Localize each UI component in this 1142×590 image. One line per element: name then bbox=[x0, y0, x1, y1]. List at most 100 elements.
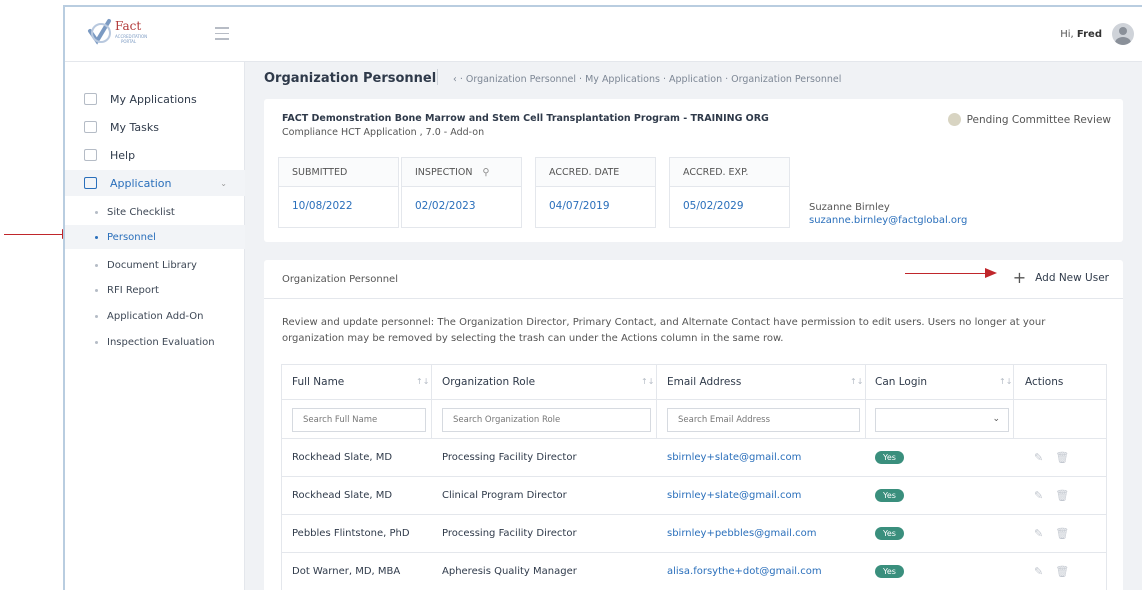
program-name: FACT Demonstration Bone Marrow and Stem … bbox=[282, 113, 769, 124]
table-header-row: Full Name ↑↓ Organization Role ↑↓ Email … bbox=[282, 365, 1106, 400]
column-header-actions: Actions bbox=[1025, 376, 1064, 388]
app-window: Fact ACCREDITATION PORTAL Hi, Fred My Ap… bbox=[63, 5, 1142, 590]
accred-exp-box: ACCRED. EXP. 05/02/2029 bbox=[669, 157, 790, 228]
sidebar-subitem-inspection-evaluation[interactable]: Inspection Evaluation bbox=[65, 330, 245, 354]
personnel-card-title: Organization Personnel bbox=[282, 274, 398, 285]
cell-organization-role: Clinical Program Director bbox=[442, 490, 567, 501]
column-header-email-address[interactable]: Email Address bbox=[667, 365, 741, 399]
sidebar-subitem-label: Document Library bbox=[107, 259, 197, 271]
svg-text:PORTAL: PORTAL bbox=[121, 39, 137, 44]
sidebar-subitem-label: Inspection Evaluation bbox=[107, 336, 215, 348]
bullet-icon bbox=[95, 314, 98, 318]
cell-organization-role: Apheresis Quality Manager bbox=[442, 566, 577, 577]
edit-icon[interactable]: ✎ bbox=[1034, 451, 1043, 464]
trash-icon[interactable]: 🗑 bbox=[1055, 451, 1069, 464]
plus-icon: + bbox=[1012, 268, 1027, 287]
search-email-address-input[interactable]: Search Email Address bbox=[667, 408, 860, 432]
sidebar-subitem-site-checklist[interactable]: Site Checklist bbox=[65, 200, 245, 224]
row-actions: ✎ 🗑 bbox=[1034, 527, 1069, 540]
annotation-arrowhead-add-user bbox=[985, 268, 997, 278]
menu-toggle-icon[interactable] bbox=[215, 27, 229, 44]
cell-email[interactable]: sbirnley+slate@gmail.com bbox=[667, 477, 801, 514]
sort-icon[interactable]: ↑↓ bbox=[850, 377, 863, 386]
avatar[interactable] bbox=[1112, 23, 1134, 45]
chevron-down-icon: ⌄ bbox=[992, 414, 1000, 424]
table-row: Rockhead Slate, MD Clinical Program Dire… bbox=[282, 477, 1106, 515]
submitted-date-box: SUBMITTED 10/08/2022 bbox=[278, 157, 399, 228]
calendar-icon bbox=[84, 121, 97, 133]
title-divider bbox=[437, 69, 438, 85]
top-bar: Fact ACCREDITATION PORTAL Hi, Fred bbox=[65, 7, 1142, 62]
trash-icon[interactable]: 🗑 bbox=[1055, 489, 1069, 502]
sidebar-subitem-label: Application Add-On bbox=[107, 310, 204, 322]
sidebar-subitem-label: Site Checklist bbox=[107, 206, 175, 218]
search-icon[interactable]: ⚲ bbox=[483, 167, 490, 178]
cell-full-name: Rockhead Slate, MD bbox=[292, 490, 393, 501]
chevron-down-icon: ⌄ bbox=[220, 178, 227, 188]
edit-icon[interactable]: ✎ bbox=[1034, 565, 1043, 578]
date-value: 04/07/2019 bbox=[549, 200, 610, 212]
sort-icon[interactable]: ↑↓ bbox=[641, 377, 654, 386]
annotation-arrow-add-user bbox=[905, 273, 987, 274]
can-login-badge: Yes bbox=[875, 565, 904, 578]
cell-full-name: Dot Warner, MD, MBA bbox=[292, 566, 401, 577]
sidebar-subitem-document-library[interactable]: Document Library bbox=[65, 253, 245, 277]
search-organization-role-input[interactable]: Search Organization Role bbox=[442, 408, 651, 432]
edit-icon[interactable]: ✎ bbox=[1034, 527, 1043, 540]
folder-icon bbox=[84, 93, 97, 105]
bullet-icon bbox=[95, 288, 98, 292]
date-label: ACCRED. EXP. bbox=[683, 166, 749, 178]
bullet-icon bbox=[95, 210, 98, 214]
status-badge: Pending Committee Review bbox=[947, 113, 1111, 126]
cell-email[interactable]: alisa.forsythe+dot@gmail.com bbox=[667, 553, 822, 590]
sidebar-item-my-applications[interactable]: My Applications bbox=[65, 86, 245, 112]
personnel-table: Full Name ↑↓ Organization Role ↑↓ Email … bbox=[281, 364, 1107, 590]
column-header-can-login[interactable]: Can Login bbox=[875, 365, 927, 399]
logo-text: Fact bbox=[115, 19, 141, 33]
column-header-full-name[interactable]: Full Name bbox=[292, 365, 344, 399]
trash-icon[interactable]: 🗑 bbox=[1055, 527, 1069, 540]
contact-email[interactable]: suzanne.birnley@factglobal.org bbox=[809, 214, 967, 227]
cell-email[interactable]: sbirnley+pebbles@gmail.com bbox=[667, 515, 816, 552]
breadcrumb[interactable]: ‹ · Organization Personnel · My Applicat… bbox=[453, 74, 841, 85]
add-user-label: Add New User bbox=[1035, 272, 1109, 284]
personnel-description: Review and update personnel: The Organiz… bbox=[282, 317, 1046, 344]
search-full-name-input[interactable]: Search Full Name bbox=[292, 408, 426, 432]
can-login-select[interactable]: ⌄ bbox=[875, 408, 1009, 432]
date-label: INSPECTION bbox=[415, 166, 473, 178]
sidebar-item-application[interactable]: Application ⌄ bbox=[65, 170, 245, 196]
edit-icon[interactable]: ✎ bbox=[1034, 489, 1043, 502]
cell-organization-role: Processing Facility Director bbox=[442, 528, 577, 539]
personnel-card: Organization Personnel + Add New User Re… bbox=[264, 260, 1123, 590]
cell-full-name: Pebbles Flintstone, PhD bbox=[292, 528, 410, 539]
table-row: Pebbles Flintstone, PhD Processing Facil… bbox=[282, 515, 1106, 553]
cell-email[interactable]: sbirnley+slate@gmail.com bbox=[667, 439, 801, 476]
sidebar-subitem-rfi-report[interactable]: RFI Report bbox=[65, 278, 245, 302]
sidebar-item-help[interactable]: Help bbox=[65, 142, 245, 168]
cell-organization-role: Processing Facility Director bbox=[442, 452, 577, 463]
date-value: 05/02/2029 bbox=[683, 200, 744, 212]
greeting-text: Hi, bbox=[1060, 29, 1074, 40]
user-name: Fred bbox=[1076, 29, 1102, 40]
trash-icon[interactable]: 🗑 bbox=[1055, 565, 1069, 578]
inspection-date-box: INSPECTION ⚲ 02/02/2023 bbox=[401, 157, 522, 228]
bullet-icon bbox=[95, 235, 98, 239]
status-text: Pending Committee Review bbox=[966, 113, 1111, 126]
column-header-organization-role[interactable]: Organization Role bbox=[442, 365, 535, 399]
fact-logo: Fact ACCREDITATION PORTAL bbox=[87, 17, 167, 47]
sort-icon[interactable]: ↑↓ bbox=[416, 377, 429, 386]
contact-info: Suzanne Birnley suzanne.birnley@factglob… bbox=[809, 201, 967, 227]
cell-full-name: Rockhead Slate, MD bbox=[292, 452, 393, 463]
date-label: ACCRED. DATE bbox=[549, 166, 620, 178]
bullet-icon bbox=[95, 340, 98, 344]
sort-icon[interactable]: ↑↓ bbox=[999, 377, 1012, 386]
status-circle-icon bbox=[947, 113, 961, 126]
add-new-user-button[interactable]: + Add New User bbox=[1013, 270, 1109, 286]
table-row: Dot Warner, MD, MBA Apheresis Quality Ma… bbox=[282, 553, 1106, 590]
sidebar-item-my-tasks[interactable]: My Tasks bbox=[65, 114, 245, 140]
sidebar-subitem-personnel[interactable]: Personnel bbox=[65, 225, 245, 249]
edit-document-icon bbox=[84, 177, 97, 189]
sidebar-item-label: Application bbox=[110, 176, 172, 190]
bullet-icon bbox=[95, 263, 98, 267]
sidebar-subitem-application-add-on[interactable]: Application Add-On bbox=[65, 304, 245, 328]
